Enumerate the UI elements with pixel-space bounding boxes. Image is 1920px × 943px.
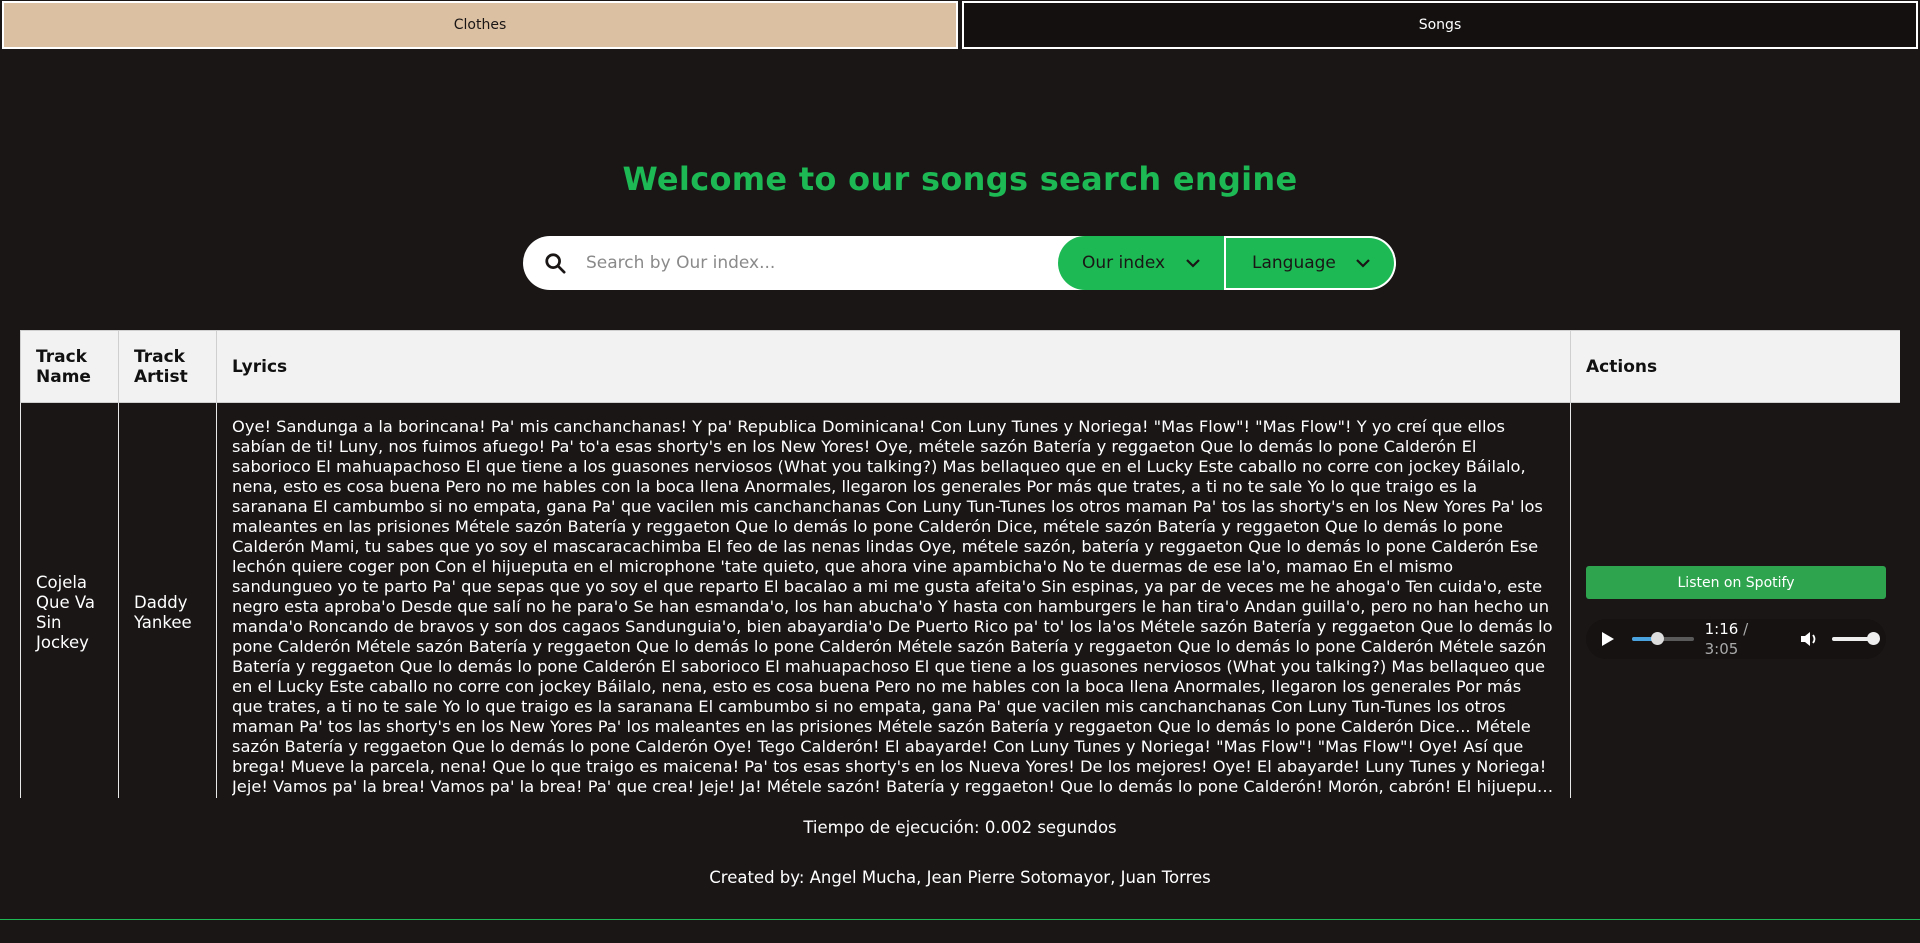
- audio-progress-knob[interactable]: [1651, 632, 1665, 645]
- audio-current-time: 1:16: [1704, 620, 1739, 638]
- language-dropdown-label: Language: [1252, 253, 1336, 273]
- credits: Created by: Angel Mucha, Jean Pierre Sot…: [709, 868, 1211, 887]
- audio-time-separator: /: [1743, 620, 1749, 638]
- index-dropdown[interactable]: Our index: [1058, 236, 1226, 290]
- index-dropdown-label: Our index: [1082, 253, 1166, 273]
- table-row: Cojela Que Va Sin Jockey Daddy Yankee Oy…: [20, 402, 1900, 798]
- top-tabs: Clothes Songs: [0, 0, 1920, 52]
- audio-duration: 3:05: [1704, 640, 1739, 658]
- footer-divider: [0, 919, 1920, 920]
- tab-songs[interactable]: Songs: [962, 1, 1918, 49]
- audio-progress-slider[interactable]: [1631, 632, 1694, 645]
- track-name-cell: Cojela Que Va Sin Jockey: [20, 402, 119, 798]
- lyrics-text: Oye! Sandunga a la borincana! Pa' mis ca…: [232, 417, 1554, 796]
- column-header-track-name: Track Name: [20, 330, 119, 403]
- column-header-lyrics: Lyrics: [216, 330, 1571, 403]
- page-title: Welcome to our songs search engine: [622, 160, 1298, 198]
- search-icon: [528, 236, 582, 290]
- column-header-actions: Actions: [1570, 330, 1900, 403]
- language-dropdown[interactable]: Language: [1226, 236, 1396, 290]
- lyrics-cell: Oye! Sandunga a la borincana! Pa' mis ca…: [216, 402, 1571, 798]
- audio-player: 1:16 / 3:05: [1586, 619, 1886, 659]
- chevron-down-icon: [1184, 254, 1202, 272]
- track-artist-cell: Daddy Yankee: [118, 402, 217, 798]
- search-bar: Our index Language: [523, 236, 1396, 290]
- audio-time: 1:16 / 3:05: [1705, 619, 1787, 659]
- listen-on-spotify-button[interactable]: Listen on Spotify: [1586, 566, 1886, 599]
- play-icon[interactable]: [1598, 629, 1618, 649]
- actions-cell: Listen on Spotify 1:16 / 3:05: [1570, 402, 1900, 798]
- volume-knob[interactable]: [1867, 632, 1881, 645]
- table-header-row: Track Name Track Artist Lyrics Actions: [20, 330, 1900, 403]
- volume-icon[interactable]: [1800, 629, 1820, 649]
- search-input[interactable]: [582, 238, 1058, 288]
- execution-time: Tiempo de ejecución: 0.002 segundos: [803, 818, 1117, 837]
- volume-slider[interactable]: [1832, 632, 1881, 645]
- tab-clothes[interactable]: Clothes: [2, 1, 958, 49]
- column-header-track-artist: Track Artist: [118, 330, 217, 403]
- chevron-down-icon: [1354, 254, 1372, 272]
- results-table: Track Name Track Artist Lyrics Actions C…: [20, 330, 1900, 798]
- results-table-container[interactable]: Track Name Track Artist Lyrics Actions C…: [20, 330, 1900, 798]
